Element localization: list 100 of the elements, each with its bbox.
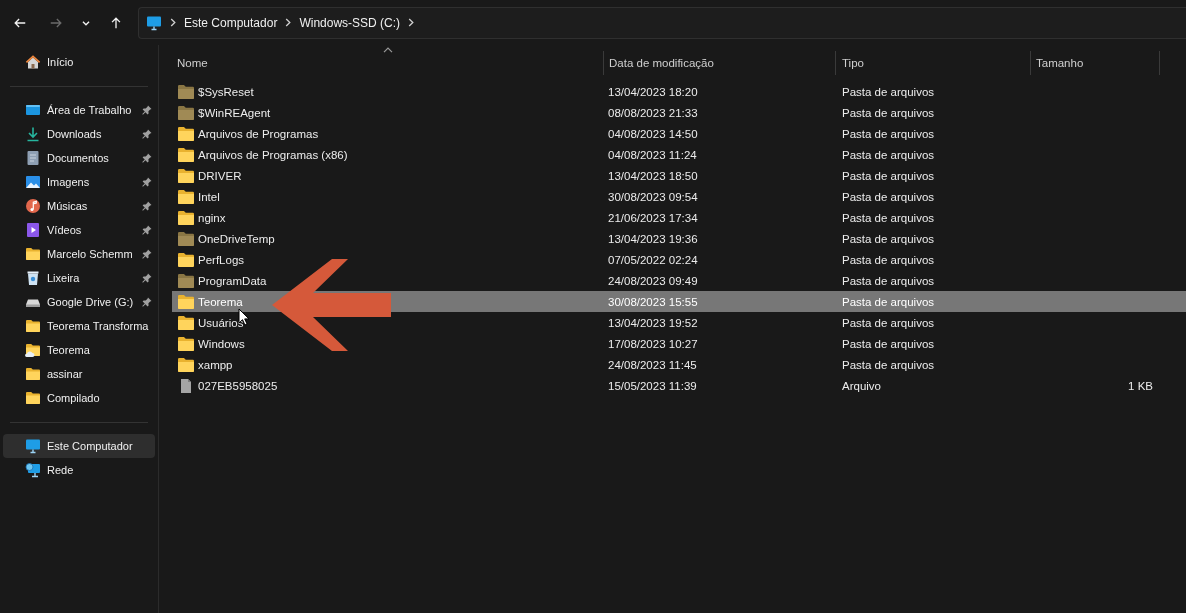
file-name: $WinREAgent	[198, 106, 271, 119]
column-header[interactable]: Nome	[172, 51, 603, 75]
folder-icon	[25, 366, 41, 382]
file-row[interactable]: Usuários 13/04/2023 19:52 Pasta de arquivos	[172, 312, 1186, 333]
column-header[interactable]: Tipo	[835, 51, 1030, 75]
folder-icon	[25, 318, 41, 334]
modified-date: 17/08/2023 10:27	[608, 337, 698, 350]
file-name: Windows	[198, 337, 245, 350]
document-icon	[25, 150, 41, 166]
sidebar-item[interactable]: Teorema	[3, 338, 155, 362]
file-type: Pasta de arquivos	[842, 295, 935, 308]
breadcrumb-item[interactable]: Windows-SSD (C:)	[299, 15, 401, 30]
file-type: Pasta de arquivos	[842, 148, 935, 161]
sidebar-item[interactable]: Rede	[3, 458, 155, 482]
file-name: Usuários	[198, 316, 244, 329]
folder-icon	[25, 390, 41, 406]
sidebar-item[interactable]: Início	[3, 50, 155, 74]
file-row[interactable]: Intel 30/08/2023 09:54 Pasta de arquivos	[172, 186, 1186, 207]
modified-date: 30/08/2023 09:54	[608, 190, 698, 203]
file-type: Arquivo	[842, 379, 881, 392]
file-type: Pasta de arquivos	[842, 127, 935, 140]
file-name: Arquivos de Programas (x86)	[198, 148, 348, 161]
file-row[interactable]: PerfLogs 07/05/2022 02:24 Pasta de arquivos	[172, 249, 1186, 270]
sidebar-item[interactable]: Google Drive (G:)	[3, 290, 155, 314]
file-row[interactable]: xampp 24/08/2023 11:45 Pasta de arquivos	[172, 354, 1186, 375]
file-row[interactable]: $WinREAgent 08/08/2023 21:33 Pasta de arquivos	[172, 102, 1186, 123]
sidebar-item[interactable]: Imagens	[3, 170, 155, 194]
chevron-icon	[285, 18, 292, 27]
file-type: Pasta de arquivos	[842, 337, 935, 350]
column-header[interactable]: Data de modificação	[603, 51, 835, 75]
modified-date: 04/08/2023 11:24	[608, 148, 697, 161]
file-row[interactable]: OneDriveTemp 13/04/2023 19:36 Pasta de arquivos	[172, 228, 1186, 249]
modified-date: 13/04/2023 18:50	[608, 169, 698, 182]
file-name: Intel	[198, 190, 220, 203]
column-header[interactable]: Tamanho	[1030, 51, 1160, 75]
sidebar-item[interactable]: Área de Trabalho	[3, 98, 155, 122]
sidebar-item[interactable]: Vídeos	[3, 218, 155, 242]
folder-icon	[25, 246, 41, 262]
sidebar-item[interactable]: Compilado	[3, 386, 155, 410]
file-row[interactable]: Arquivos de Programas 04/08/2023 14:50 Pasta de arquivos	[172, 123, 1186, 144]
video-icon	[25, 222, 41, 238]
house-icon	[25, 54, 41, 70]
file-type: Pasta de arquivos	[842, 190, 935, 203]
sidebar-item[interactable]: Teorema Transforma	[3, 314, 155, 338]
computer-icon	[25, 438, 41, 454]
modified-date: 30/08/2023 15:55	[608, 295, 698, 308]
modified-date: 15/05/2023 11:39	[608, 379, 697, 392]
file-row[interactable]: $SysReset 13/04/2023 18:20 Pasta de arquivos	[172, 81, 1186, 102]
sidebar-item[interactable]: assinar	[3, 362, 155, 386]
file-row[interactable]: ProgramData 24/08/2023 09:49 Pasta de arquivos	[172, 270, 1186, 291]
file-type: Pasta de arquivos	[842, 253, 935, 266]
file-name: $SysReset	[198, 85, 254, 98]
sidebar-item[interactable]: Downloads	[3, 122, 155, 146]
file-name: xampp	[198, 358, 233, 371]
address-bar[interactable]: Este Computador Windows-SSD (C:)	[138, 6, 1186, 39]
music-note-icon	[25, 198, 41, 214]
recycle-bin-icon	[25, 270, 41, 286]
folder-cloud-icon	[25, 342, 41, 358]
modified-date: 13/04/2023 18:20	[608, 85, 698, 98]
chevron-icon	[170, 18, 176, 27]
file-row[interactable]: Arquivos de Programas (x86) 04/08/2023 11:24 Pasta de arquivos	[172, 144, 1186, 165]
sidebar-item[interactable]: Marcelo Schemm	[3, 242, 155, 266]
modified-date: 24/08/2023 09:49	[608, 274, 698, 287]
sidebar-item[interactable]: Lixeira	[3, 266, 155, 290]
sidebar-item[interactable]: Músicas	[3, 194, 155, 218]
chevron-icon	[408, 18, 415, 27]
file-row[interactable]: nginx 21/06/2023 17:34 Pasta de arquivos	[172, 207, 1186, 228]
file-row[interactable]: DRIVER 13/04/2023 18:50 Pasta de arquivos	[172, 165, 1186, 186]
modified-date: 07/05/2022 02:24	[608, 253, 698, 266]
file-type: Pasta de arquivos	[842, 85, 935, 98]
file-row[interactable]: Windows 17/08/2023 10:27 Pasta de arquivos	[172, 333, 1186, 354]
modified-date: 04/08/2023 14:50	[608, 127, 698, 140]
picture-icon	[25, 174, 41, 190]
file-name: 027EB5958025	[198, 379, 278, 392]
modified-date: 13/04/2023 19:52	[608, 316, 698, 329]
file-name: DRIVER	[198, 169, 242, 182]
file-type: Pasta de arquivos	[842, 316, 935, 329]
file-name: Teorema	[198, 295, 243, 308]
file-name: OneDriveTemp	[198, 232, 275, 245]
file-name: Arquivos de Programas	[198, 127, 319, 140]
breadcrumb-item[interactable]: Este Computador	[184, 15, 278, 30]
file-name: nginx	[198, 211, 226, 224]
sort-caret-icon	[382, 47, 393, 53]
file-type: Pasta de arquivos	[842, 358, 935, 371]
computer-icon	[146, 14, 162, 31]
modified-date: 24/08/2023 11:45	[608, 358, 697, 371]
file-type: Pasta de arquivos	[842, 106, 935, 119]
file-type: Pasta de arquivos	[842, 232, 935, 245]
file-name: PerfLogs	[198, 253, 245, 266]
file-type: Pasta de arquivos	[842, 211, 935, 224]
modified-date: 21/06/2023 17:34	[608, 211, 698, 224]
sidebar-item[interactable]: Este Computador	[3, 434, 155, 458]
sidebar-item[interactable]: Documentos	[3, 146, 155, 170]
modified-date: 13/04/2023 19:36	[608, 232, 698, 245]
file-row[interactable]: 027EB5958025 15/05/2023 11:39 Arquivo 1 KB	[172, 375, 1186, 396]
up-arrow-icon	[109, 15, 123, 30]
network-icon	[25, 462, 41, 478]
download-icon	[25, 126, 41, 142]
file-type: Pasta de arquivos	[842, 274, 935, 287]
file-size: 1 KB	[1128, 379, 1153, 392]
